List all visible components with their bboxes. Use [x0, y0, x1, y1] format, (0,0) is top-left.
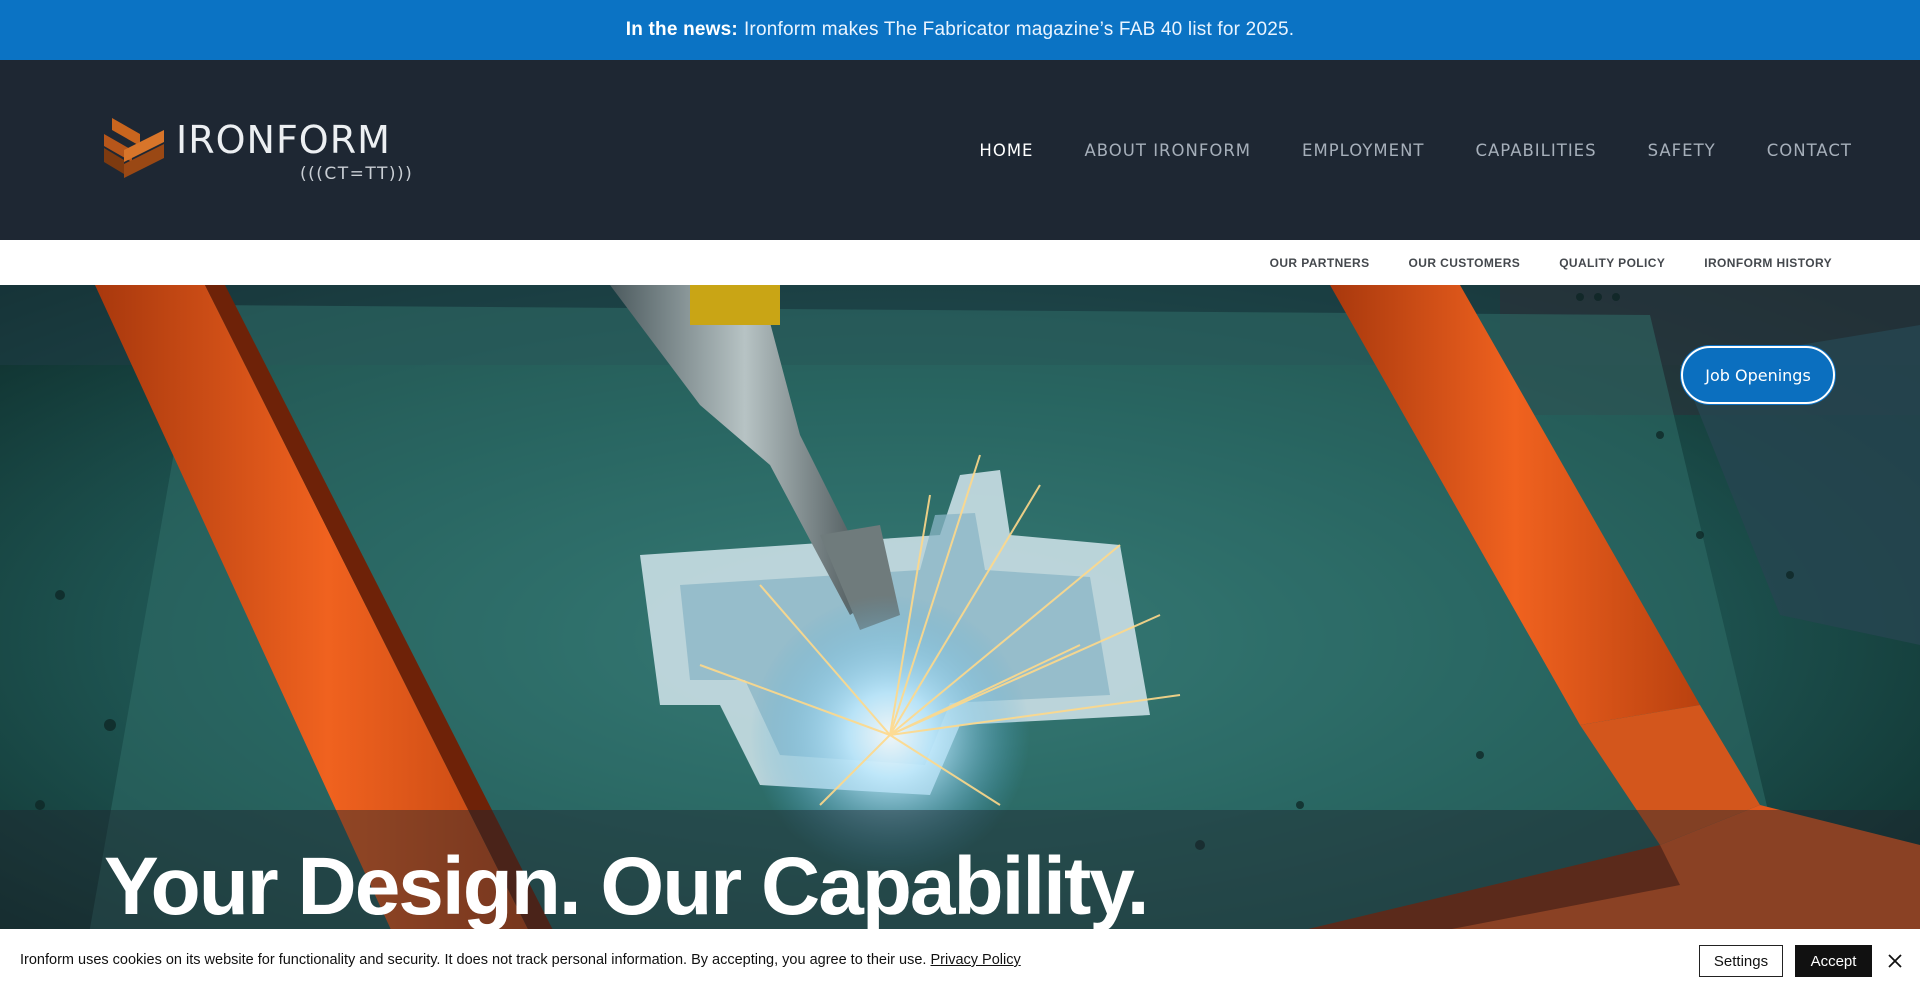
- main-nav: HOME ABOUT IRONFORM EMPLOYMENT CAPABILIT…: [928, 60, 1852, 240]
- nav-about-ironform[interactable]: ABOUT IRONFORM: [1084, 141, 1251, 160]
- news-banner: In the news: Ironform makes The Fabricat…: [0, 0, 1920, 60]
- subnav-our-partners[interactable]: OUR PARTNERS: [1270, 256, 1370, 270]
- nav-safety[interactable]: SAFETY: [1648, 141, 1716, 160]
- cookie-text: Ironform uses cookies on its website for…: [20, 952, 927, 968]
- cookie-banner: Ironform uses cookies on its website for…: [0, 929, 1920, 993]
- cookie-message: Ironform uses cookies on its website for…: [20, 952, 1021, 968]
- nav-employment[interactable]: EMPLOYMENT: [1302, 141, 1424, 160]
- hero: Job Openings Your Design. Our Capability…: [0, 285, 1920, 993]
- news-prefix: In the news:: [625, 19, 738, 40]
- job-openings-button[interactable]: Job Openings: [1681, 346, 1835, 404]
- nav-home[interactable]: HOME: [979, 141, 1033, 160]
- privacy-policy-link[interactable]: Privacy Policy: [930, 952, 1020, 968]
- hero-title: Your Design. Our Capability.: [104, 841, 1150, 932]
- news-link[interactable]: Ironform makes The Fabricator magazine’s…: [744, 19, 1294, 41]
- nav-contact[interactable]: CONTACT: [1767, 141, 1852, 160]
- subnav-quality-policy[interactable]: QUALITY POLICY: [1559, 256, 1665, 270]
- cookie-accept-button[interactable]: Accept: [1795, 945, 1872, 977]
- close-icon[interactable]: [1884, 950, 1906, 972]
- logo-tagline: (((CT=TT))): [300, 164, 414, 184]
- sub-nav: OUR PARTNERS OUR CUSTOMERS QUALITY POLIC…: [0, 240, 1920, 285]
- logo[interactable]: IRONFORM (((CT=TT))): [104, 116, 424, 190]
- nav-capabilities[interactable]: CAPABILITIES: [1476, 141, 1597, 160]
- cookie-settings-button[interactable]: Settings: [1699, 945, 1783, 977]
- subnav-our-customers[interactable]: OUR CUSTOMERS: [1409, 256, 1521, 270]
- subnav-ironform-history[interactable]: IRONFORM HISTORY: [1704, 256, 1832, 270]
- site-header: IRONFORM (((CT=TT))) HOME ABOUT IRONFORM…: [0, 60, 1920, 240]
- logo-wordmark: IRONFORM: [176, 118, 391, 162]
- ironform-logo-icon: [104, 118, 164, 178]
